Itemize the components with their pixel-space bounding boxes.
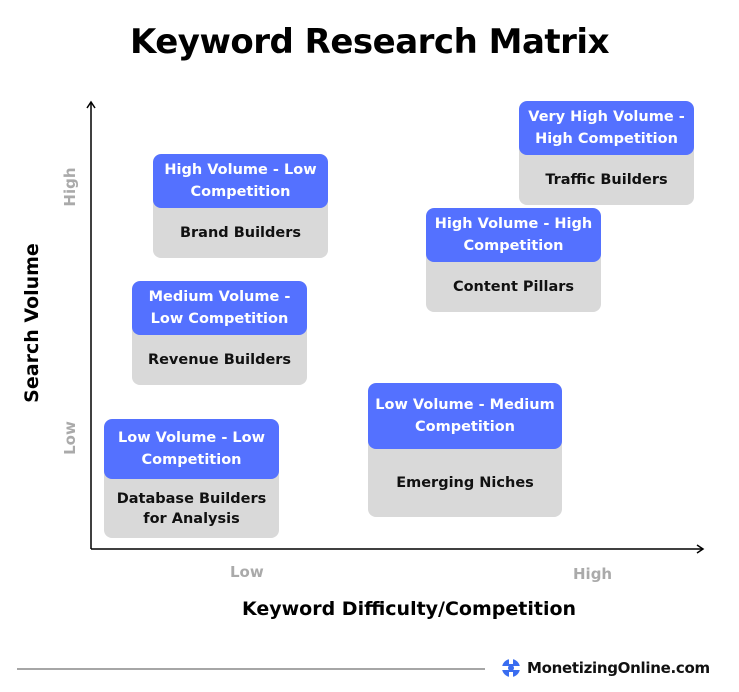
x-tick-high: High: [573, 565, 613, 583]
card-label: Content Pillars: [452, 279, 575, 295]
matrix-card-content-pillars: High Volume - High Competition Content P…: [426, 208, 601, 312]
monetizing-online-logo-icon: [500, 658, 522, 678]
matrix-card-emerging-niches: Low Volume - Medium Competition Emerging…: [368, 383, 562, 517]
footer-divider: [17, 668, 485, 670]
brand-name: MonetizingOnline.com: [527, 659, 710, 677]
card-heading: Medium Volume - Low Competition: [132, 281, 307, 335]
brand-logo: MonetizingOnline.com: [500, 658, 710, 678]
card-heading: Very High Volume - High Competition: [519, 101, 694, 155]
x-axis-label: Keyword Difficulty/Competition: [241, 598, 577, 620]
card-label: Database Builders for Analysis: [116, 490, 267, 527]
card-label: Revenue Builders: [147, 352, 292, 368]
matrix-card-database-builders: Low Volume - Low Competition Database Bu…: [104, 419, 279, 538]
y-axis-label: Search Volume: [21, 243, 43, 403]
y-tick-high: High: [61, 167, 79, 207]
card-label: Brand Builders: [179, 225, 302, 241]
card-heading: High Volume - High Competition: [426, 208, 601, 262]
card-label: Emerging Niches: [396, 475, 534, 491]
card-heading: Low Volume - Medium Competition: [368, 383, 562, 449]
x-tick-low: Low: [230, 563, 264, 581]
matrix-card-traffic-builders: Very High Volume - High Competition Traf…: [519, 101, 694, 205]
card-label: Traffic Builders: [545, 172, 668, 188]
matrix-card-brand-builders: High Volume - Low Competition Brand Buil…: [153, 154, 328, 258]
matrix-card-revenue-builders: Medium Volume - Low Competition Revenue …: [132, 281, 307, 385]
card-heading: High Volume - Low Competition: [153, 154, 328, 208]
card-heading: Low Volume - Low Competition: [104, 419, 279, 479]
y-tick-low: Low: [61, 421, 79, 455]
